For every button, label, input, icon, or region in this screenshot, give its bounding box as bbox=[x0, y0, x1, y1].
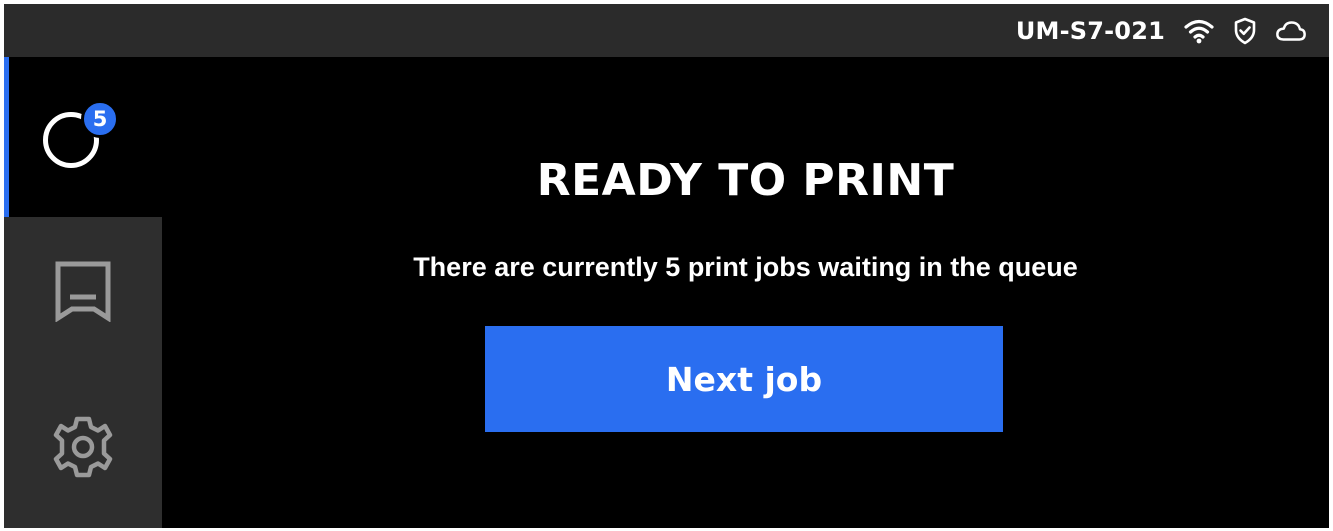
tray-icon bbox=[53, 260, 113, 326]
queue-count-badge: 5 bbox=[81, 100, 119, 138]
status-title: READY TO PRINT bbox=[536, 155, 955, 206]
sidebar: 5 bbox=[4, 57, 162, 528]
sidebar-item-library[interactable] bbox=[4, 217, 162, 369]
device-id: UM-S7-021 bbox=[1015, 16, 1165, 45]
sidebar-item-queue[interactable]: 5 bbox=[4, 57, 162, 217]
cloud-icon bbox=[1275, 15, 1307, 47]
main-content: READY TO PRINT There are currently 5 pri… bbox=[162, 57, 1329, 528]
sidebar-item-settings[interactable] bbox=[4, 369, 162, 528]
queue-message: There are currently 5 print jobs waiting… bbox=[413, 252, 1078, 282]
active-indicator bbox=[4, 57, 9, 217]
next-job-button[interactable]: Next job bbox=[485, 326, 1003, 432]
shield-check-icon bbox=[1229, 15, 1261, 47]
gear-icon bbox=[51, 415, 115, 483]
wifi-icon bbox=[1183, 15, 1215, 47]
printer-screen: UM-S7-021 5 READY TO PRINT There are cur… bbox=[4, 4, 1329, 528]
queue-icon: 5 bbox=[33, 87, 133, 187]
status-bar: UM-S7-021 bbox=[4, 4, 1329, 57]
